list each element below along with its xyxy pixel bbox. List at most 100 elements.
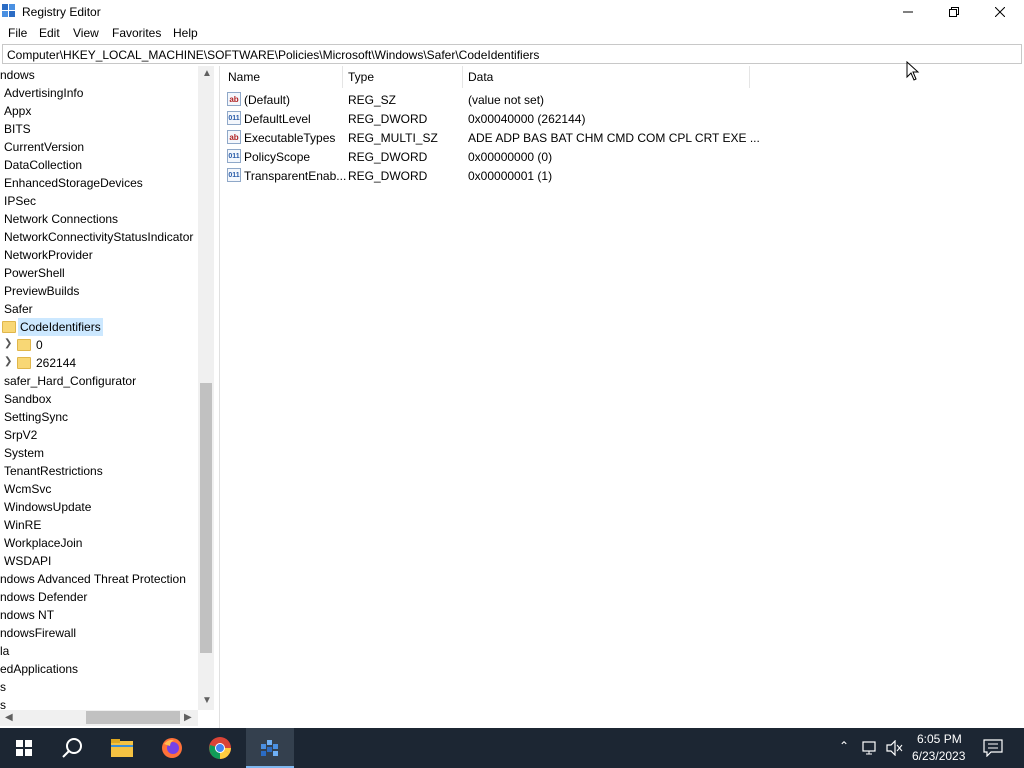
tree-item[interactable]: SrpV2: [4, 426, 37, 444]
menu-edit[interactable]: Edit: [39, 26, 60, 40]
tree-item-selected[interactable]: CodeIdentifiers: [18, 318, 103, 336]
tree-item[interactable]: AdvertisingInfo: [4, 84, 83, 102]
value-name: DefaultLevel: [244, 112, 311, 126]
folder-icon: [17, 357, 31, 369]
binary-value-icon: 011: [227, 149, 241, 163]
string-value-icon: ab: [227, 92, 241, 106]
column-header-data[interactable]: Data: [468, 70, 493, 84]
scroll-left-icon[interactable]: ◀: [5, 712, 13, 723]
minimize-button[interactable]: [885, 0, 931, 24]
tree-item[interactable]: WindowsUpdate: [4, 498, 91, 516]
tree-item[interactable]: safer_Hard_Configurator: [4, 372, 136, 390]
column-divider[interactable]: [749, 66, 750, 88]
tree-item[interactable]: Appx: [4, 102, 31, 120]
menu-help[interactable]: Help: [173, 26, 198, 40]
scroll-right-icon[interactable]: ▶: [184, 712, 192, 723]
tree-item[interactable]: ndowsFirewall: [0, 624, 76, 642]
registry-editor-icon: [2, 4, 15, 17]
mouse-cursor-icon: [906, 61, 920, 81]
tree-item[interactable]: IPSec: [4, 192, 36, 210]
close-button[interactable]: [977, 0, 1023, 24]
clock-date[interactable]: 6/23/2023: [912, 749, 965, 763]
network-icon[interactable]: [862, 740, 880, 756]
tree-item[interactable]: CurrentVersion: [4, 138, 84, 156]
tree-item[interactable]: edApplications: [0, 660, 78, 678]
menu-favorites[interactable]: Favorites: [112, 26, 161, 40]
table-row[interactable]: ab (Default) REG_SZ (value not set): [221, 90, 981, 109]
volume-muted-icon[interactable]: [886, 740, 904, 756]
taskbar-chrome[interactable]: [196, 728, 244, 768]
value-type: REG_SZ: [348, 93, 397, 107]
tree-item[interactable]: System: [4, 444, 44, 462]
tree-item[interactable]: ndows Defender: [0, 588, 87, 606]
value-list: Name Type Data ab (Default) REG_SZ (valu…: [221, 61, 1024, 728]
tree-item[interactable]: WcmSvc: [4, 480, 51, 498]
tree-item[interactable]: DataCollection: [4, 156, 82, 174]
table-row[interactable]: 011 TransparentEnab... REG_DWORD 0x00000…: [221, 166, 981, 185]
taskbar: ⌃ 6:05 PM 6/23/2023: [0, 728, 1024, 768]
search-button[interactable]: [48, 728, 96, 768]
value-data: 0x00040000 (262144): [468, 112, 586, 126]
clock-time[interactable]: 6:05 PM: [917, 732, 962, 746]
menu-view[interactable]: View: [73, 26, 99, 40]
tree-item[interactable]: SettingSync: [4, 408, 68, 426]
column-divider[interactable]: [342, 66, 343, 88]
start-button[interactable]: [0, 728, 48, 768]
taskbar-registry-editor[interactable]: [246, 728, 294, 768]
close-icon: [995, 7, 1005, 17]
tree-item[interactable]: WSDAPI: [4, 552, 51, 570]
tree-item[interactable]: Sandbox: [4, 390, 51, 408]
show-hidden-icons-chevron-up-icon[interactable]: ⌃: [839, 739, 849, 753]
expand-chevron-icon[interactable]: ❯: [4, 356, 12, 367]
tree-item[interactable]: s: [0, 678, 6, 696]
window-title: Registry Editor: [22, 5, 101, 19]
tree-item[interactable]: WinRE: [4, 516, 41, 534]
key-tree: ndows AdvertisingInfo Appx BITS CurrentV…: [0, 66, 214, 728]
table-row[interactable]: ab ExecutableTypes REG_MULTI_SZ ADE ADP …: [221, 128, 981, 147]
expand-chevron-icon[interactable]: ❯: [4, 338, 12, 349]
scroll-down-icon[interactable]: ▼: [202, 695, 212, 706]
value-data: ADE ADP BAS BAT CHM CMD COM CPL CRT EXE …: [468, 131, 760, 145]
pane-splitter[interactable]: [214, 66, 220, 728]
tree-item[interactable]: la: [0, 642, 9, 660]
address-bar[interactable]: Computer\HKEY_LOCAL_MACHINE\SOFTWARE\Pol…: [2, 44, 1022, 64]
column-header-type[interactable]: Type: [348, 70, 374, 84]
restore-button[interactable]: [931, 0, 977, 24]
tree-item[interactable]: EnhancedStorageDevices: [4, 174, 143, 192]
binary-value-icon: 011: [227, 168, 241, 182]
table-row[interactable]: 011 PolicyScope REG_DWORD 0x00000000 (0): [221, 147, 981, 166]
value-name: ExecutableTypes: [244, 131, 336, 145]
notifications-icon[interactable]: [983, 739, 1003, 757]
vertical-scroll-thumb[interactable]: [200, 383, 212, 653]
scroll-up-icon[interactable]: ▲: [202, 68, 212, 79]
tree-item[interactable]: NetworkProvider: [4, 246, 93, 264]
tree-item[interactable]: Network Connections: [4, 210, 118, 228]
column-header-name[interactable]: Name: [228, 70, 260, 84]
table-row[interactable]: 011 DefaultLevel REG_DWORD 0x00040000 (2…: [221, 109, 981, 128]
tree-item[interactable]: BITS: [4, 120, 31, 138]
taskbar-file-explorer[interactable]: [98, 728, 146, 768]
value-type: REG_MULTI_SZ: [348, 131, 438, 145]
tree-item[interactable]: ndows NT: [0, 606, 54, 624]
tree-item[interactable]: PowerShell: [4, 264, 65, 282]
horizontal-scroll-thumb[interactable]: [86, 711, 180, 724]
tree-item[interactable]: NetworkConnectivityStatusIndicator: [4, 228, 193, 246]
menu-bar: File Edit View Favorites Help: [0, 24, 1024, 42]
tree-item[interactable]: TenantRestrictions: [4, 462, 103, 480]
taskbar-firefox[interactable]: [148, 728, 196, 768]
restore-icon: [949, 7, 959, 17]
tree-item[interactable]: ndows Advanced Threat Protection: [0, 570, 186, 588]
file-explorer-icon: [111, 739, 133, 757]
tree-item[interactable]: PreviewBuilds: [4, 282, 79, 300]
tree-item[interactable]: ndows: [0, 66, 35, 84]
search-icon: [62, 738, 82, 758]
value-name: PolicyScope: [244, 150, 311, 164]
tree-item[interactable]: Safer: [4, 300, 33, 318]
column-divider[interactable]: [462, 66, 463, 88]
chrome-icon: [209, 737, 231, 759]
tree-item[interactable]: WorkplaceJoin: [4, 534, 82, 552]
tree-item[interactable]: 0: [36, 336, 43, 354]
value-type: REG_DWORD: [348, 112, 428, 126]
menu-file[interactable]: File: [8, 26, 27, 40]
tree-item[interactable]: 262144: [36, 354, 76, 372]
